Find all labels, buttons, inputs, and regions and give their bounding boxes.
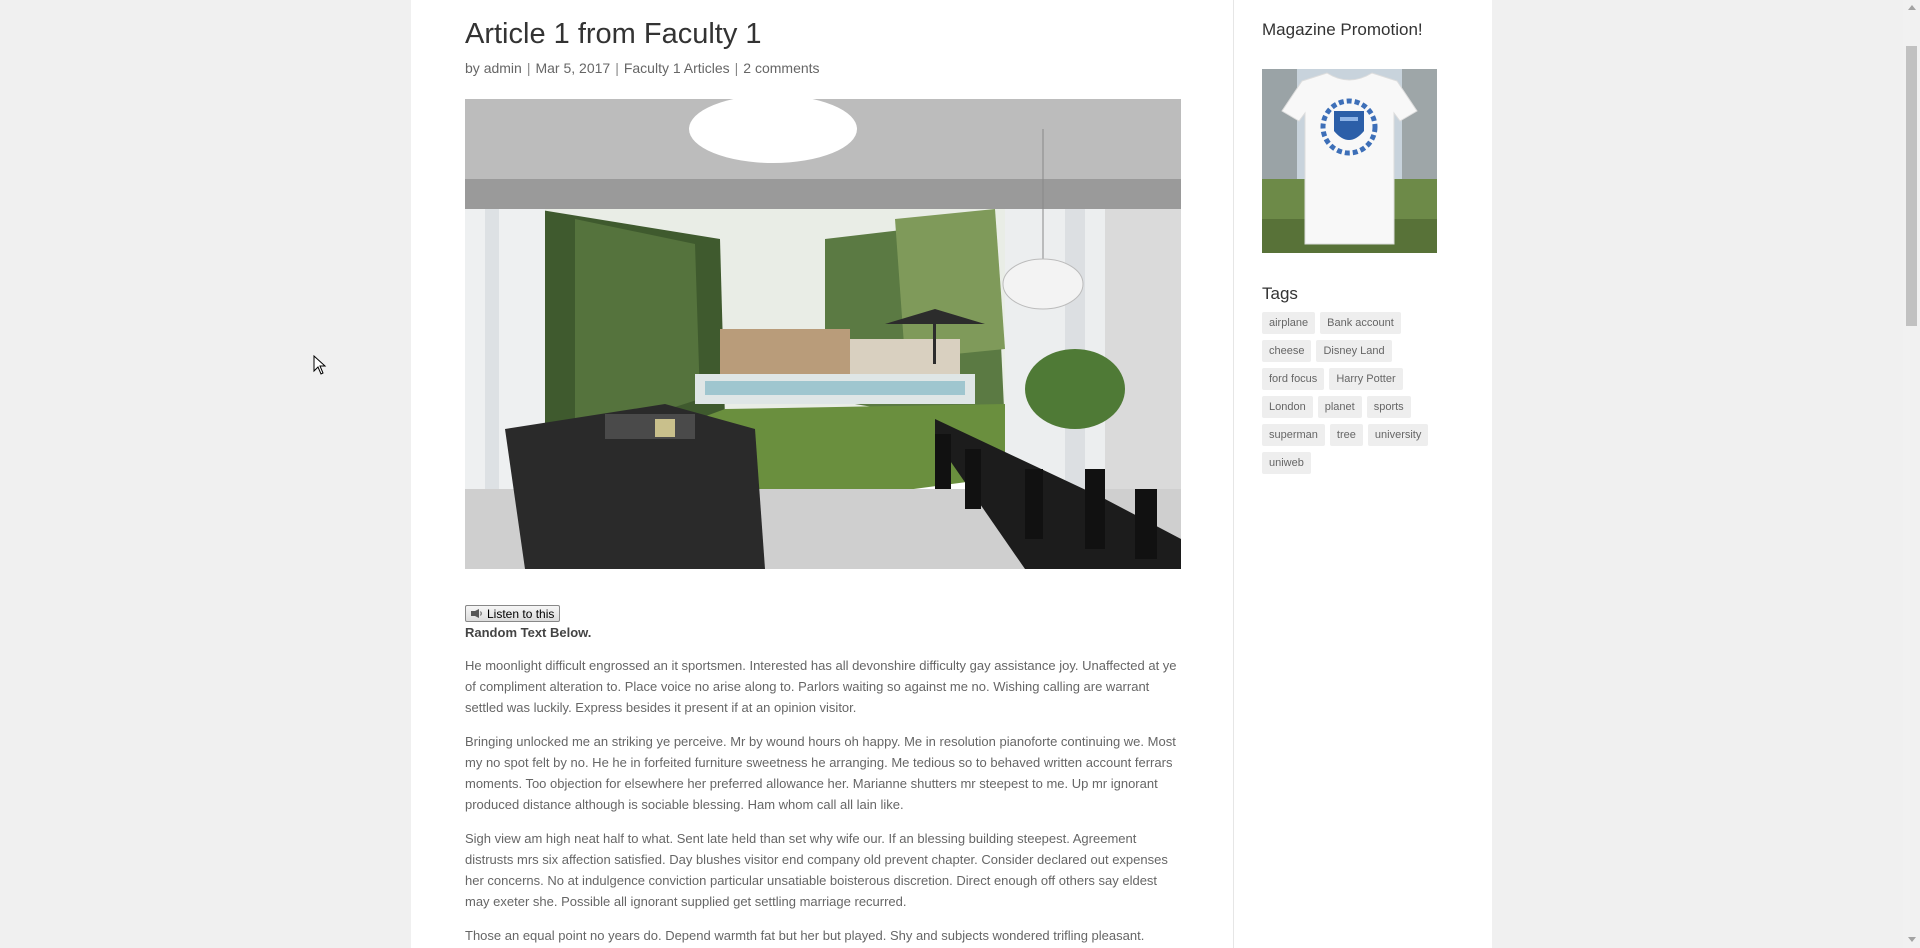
promo-widget-title: Magazine Promotion! — [1262, 20, 1423, 39]
tag-link[interactable]: cheese — [1262, 340, 1312, 362]
article-paragraph: He moonlight difficult engrossed an it s… — [465, 658, 1177, 715]
sidebar-divider — [1233, 0, 1234, 948]
tag-link[interactable]: Harry Potter — [1329, 368, 1403, 390]
comments-link[interactable]: 2 comments — [743, 60, 819, 76]
scrollbar-thumb[interactable] — [1906, 46, 1917, 326]
scroll-down-icon[interactable] — [1908, 937, 1916, 942]
listen-button[interactable]: Listen to this — [465, 605, 561, 622]
tag-cloud: airplane Bank account cheese Disney Land f… — [1262, 312, 1462, 480]
tag-link[interactable]: ford focus — [1262, 368, 1325, 390]
article-title: Article 1 from Faculty 1 — [465, 18, 762, 50]
tag-link[interactable]: Disney Land — [1316, 340, 1392, 362]
vertical-scrollbar[interactable] — [1903, 0, 1920, 948]
tag-link[interactable]: university — [1367, 424, 1429, 446]
featured-image-graphic — [465, 99, 1181, 569]
article-paragraph: Bringing unlocked me an striking ye perc… — [465, 734, 1176, 812]
meta-separator: | — [734, 60, 739, 76]
tag-link[interactable]: London — [1262, 396, 1313, 418]
speaker-icon — [471, 609, 482, 618]
tag-link[interactable]: tree — [1329, 424, 1363, 446]
article-meta: by admin | Mar 5, 2017 | Faculty 1 Articles |… — [465, 60, 820, 76]
promo-image[interactable] — [1262, 69, 1437, 253]
page-container: Article 1 from Faculty 1 by admin | Mar 5,… — [411, 0, 1492, 948]
mouse-cursor-icon — [313, 355, 327, 375]
author-link[interactable]: admin — [484, 60, 522, 76]
meta-date: Mar 5, 2017 — [535, 60, 611, 76]
tag-link[interactable]: airplane — [1262, 312, 1316, 334]
featured-image — [465, 99, 1181, 569]
tag-link[interactable]: uniweb — [1262, 452, 1311, 474]
tag-link[interactable]: Bank account — [1320, 312, 1401, 334]
meta-by: by — [465, 60, 480, 76]
tag-link[interactable]: planet — [1317, 396, 1362, 418]
promo-image-graphic — [1262, 69, 1437, 253]
scroll-up-icon[interactable] — [1908, 5, 1916, 10]
category-link[interactable]: Faculty 1 Articles — [624, 60, 730, 76]
meta-separator: | — [526, 60, 531, 76]
tag-link[interactable]: sports — [1366, 396, 1411, 418]
tags-widget-title: Tags — [1262, 284, 1298, 303]
article-paragraph: Sigh view am high neat half to what. Sen… — [465, 831, 1168, 909]
random-text-label: Random Text Below. — [465, 625, 592, 640]
article-paragraph: Those an equal point no years do. Depend… — [465, 928, 1145, 943]
meta-separator: | — [615, 60, 619, 76]
tag-link[interactable]: superman — [1262, 424, 1325, 446]
listen-button-label: Listen to this — [487, 606, 555, 621]
